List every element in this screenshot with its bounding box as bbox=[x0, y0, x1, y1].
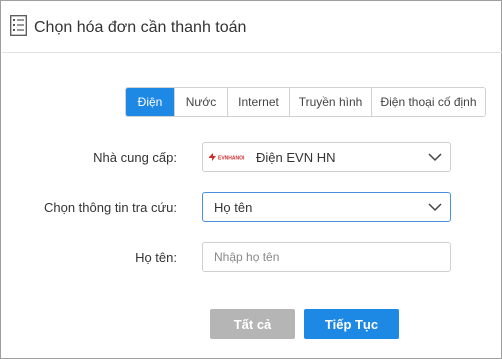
tab-water[interactable]: Nước bbox=[174, 88, 227, 116]
provider-value: Điện EVN HN bbox=[256, 150, 336, 165]
tab-internet[interactable]: Internet bbox=[227, 88, 289, 116]
tab-television[interactable]: Truyền hình bbox=[289, 88, 371, 116]
page-title: Chọn hóa đơn cần thanh toán bbox=[34, 19, 247, 36]
bill-payment-panel: Chọn hóa đơn cần thanh toán Điện Nước In… bbox=[0, 0, 502, 359]
panel-header: Chọn hóa đơn cần thanh toán bbox=[2, 2, 502, 53]
lookup-select[interactable]: Họ tên bbox=[202, 192, 451, 222]
provider-select[interactable]: EVNHANOI Điện EVN HN bbox=[202, 142, 451, 172]
checklist-icon bbox=[10, 15, 27, 36]
clear-button[interactable]: Tất cả bbox=[210, 309, 295, 339]
lookup-label: Chọn thông tin tra cứu: bbox=[43, 200, 177, 215]
provider-label: Nhà cung cấp: bbox=[93, 150, 177, 165]
tab-electricity[interactable]: Điện bbox=[126, 88, 174, 116]
tab-landline[interactable]: Điện thoại cố định bbox=[371, 88, 485, 116]
chevron-down-icon bbox=[428, 153, 442, 162]
name-label: Họ tên: bbox=[135, 250, 177, 265]
name-input[interactable] bbox=[202, 242, 451, 272]
service-tabs: Điện Nước Internet Truyền hình Điện thoạ… bbox=[125, 87, 486, 117]
continue-button[interactable]: Tiếp Tục bbox=[304, 309, 399, 339]
svg-text:EVNHANOI: EVNHANOI bbox=[218, 156, 245, 162]
lookup-value: Họ tên bbox=[214, 200, 253, 215]
evn-logo: EVNHANOI bbox=[209, 153, 245, 162]
chevron-down-icon bbox=[428, 203, 442, 212]
